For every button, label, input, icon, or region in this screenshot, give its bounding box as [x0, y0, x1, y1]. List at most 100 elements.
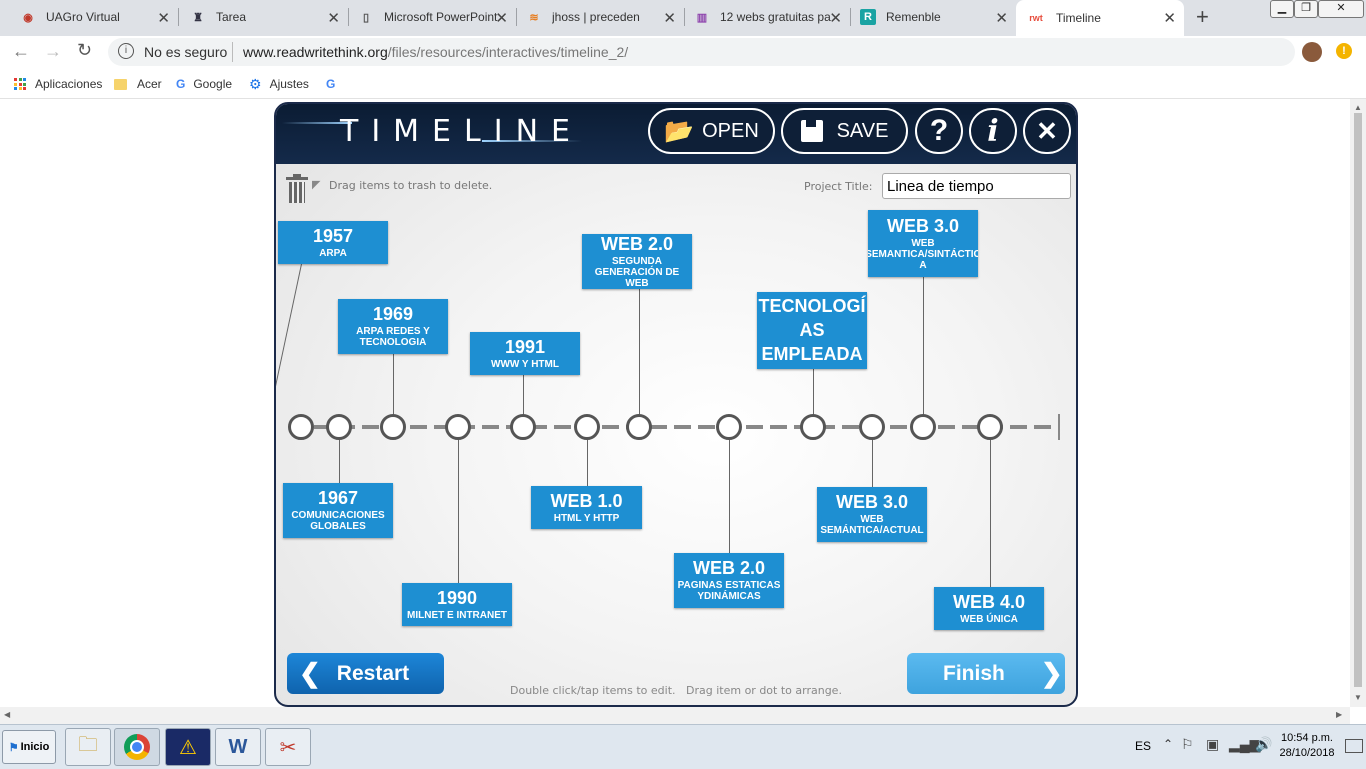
- maximize-window-button[interactable]: ❐: [1294, 0, 1318, 18]
- timeline-card-subtitle: WEB ÚNICA: [960, 613, 1018, 625]
- help-button[interactable]: ?: [915, 108, 963, 154]
- connector-line: [923, 277, 924, 427]
- chrome-icon[interactable]: [114, 728, 160, 766]
- project-title-input[interactable]: [882, 173, 1071, 199]
- file-explorer-icon[interactable]: 🗀: [65, 728, 111, 766]
- timeline-dot[interactable]: [445, 414, 471, 440]
- url-host: www.readwritethink.org: [243, 44, 388, 60]
- tab-remenble[interactable]: R Remenble ✕: [850, 0, 1016, 34]
- finish-button[interactable]: Finish ❯: [907, 653, 1065, 694]
- address-bar[interactable]: i No es seguro www.readwritethink.org/fi…: [108, 38, 1295, 66]
- trash-hint: Drag items to trash to delete.: [329, 179, 493, 192]
- timeline-dot[interactable]: [716, 414, 742, 440]
- tab-timeline[interactable]: rwt Timeline ✕: [1016, 0, 1184, 36]
- minimize-window-button[interactable]: ▁: [1270, 0, 1294, 18]
- bookmark-google[interactable]: G Google: [176, 70, 232, 98]
- timeline-card-title: 1957: [312, 225, 354, 246]
- close-tab-icon[interactable]: ✕: [1163, 9, 1176, 27]
- word-icon[interactable]: W: [215, 728, 261, 766]
- url-text[interactable]: www.readwritethink.org/files/resources/i…: [243, 44, 628, 60]
- language-indicator[interactable]: ES: [1135, 739, 1151, 753]
- close-tab-icon[interactable]: ✕: [495, 9, 508, 27]
- show-hidden-icons-icon[interactable]: ⌃: [1163, 737, 1173, 751]
- start-button[interactable]: ⚑ Inicio: [2, 730, 56, 764]
- clock-time: 10:54 p.m.: [1281, 732, 1333, 744]
- timeline-card[interactable]: TECNOLOGÍ AS EMPLEADA: [757, 292, 867, 369]
- bookmark-apps[interactable]: Aplicaciones: [14, 70, 102, 98]
- tab-powerpoint[interactable]: ▯ Microsoft PowerPoint ✕: [348, 0, 516, 34]
- warning-app-icon[interactable]: ⚠: [165, 728, 211, 766]
- horizontal-scrollbar[interactable]: ◀ ▶: [0, 707, 1350, 724]
- tab-tarea[interactable]: ♜ Tarea ✕: [178, 0, 348, 34]
- bookmark-ajustes[interactable]: ⚙ Ajustes: [249, 70, 309, 98]
- security-label: No es seguro: [144, 44, 228, 60]
- info-button[interactable]: i: [969, 108, 1017, 154]
- bookmark-acer[interactable]: Acer: [114, 70, 162, 98]
- close-window-button[interactable]: ✕: [1318, 0, 1364, 18]
- scroll-up-icon[interactable]: ▲: [1354, 103, 1362, 112]
- close-tab-icon[interactable]: ✕: [327, 9, 340, 27]
- footer-hint: Double click/tap items to edit. Drag ite…: [510, 684, 842, 697]
- tab-preceden[interactable]: ≋ jhoss | preceden ✕: [516, 0, 684, 34]
- timeline-card[interactable]: 1967 COMUNICACIONES GLOBALES: [283, 483, 393, 538]
- close-tab-icon[interactable]: ✕: [157, 9, 170, 27]
- save-label: SAVE: [836, 119, 889, 142]
- timeline-card[interactable]: WEB 3.0 WEB SEMÁNTICA/ACTUAL: [817, 487, 927, 542]
- close-tab-icon[interactable]: ✕: [829, 9, 842, 27]
- clock[interactable]: 10:54 p.m. 28/10/2018: [1278, 731, 1336, 761]
- timeline-card[interactable]: WEB 2.0 PAGINAS ESTATICAS YDINÁMICAS: [674, 553, 784, 608]
- timeline-card[interactable]: 1990 MILNET E INTRANET: [402, 583, 512, 626]
- timeline-card-title: WEB 2.0: [692, 558, 766, 578]
- timeline-card[interactable]: WEB 2.0 SEGUNDA GENERACIÓN DE WEB: [582, 234, 692, 289]
- timeline-dot[interactable]: [326, 414, 352, 440]
- close-tab-icon[interactable]: ✕: [995, 9, 1008, 27]
- timeline-card[interactable]: 1991 WWW Y HTML: [470, 332, 580, 375]
- tab-12-webs[interactable]: ▥ 12 webs gratuitas pa ✕: [684, 0, 850, 34]
- timeline-dot[interactable]: [626, 414, 652, 440]
- info-icon[interactable]: i: [118, 43, 134, 59]
- timeline-dot[interactable]: [910, 414, 936, 440]
- app-title: TIMELINE: [340, 114, 583, 149]
- update-alert-icon[interactable]: !: [1336, 43, 1352, 59]
- restart-button[interactable]: ❮ Restart: [287, 653, 444, 694]
- timeline-card[interactable]: WEB 1.0 HTML Y HTTP: [531, 486, 642, 529]
- close-tab-icon[interactable]: ✕: [663, 9, 676, 27]
- avatar[interactable]: [1302, 42, 1322, 62]
- reload-icon[interactable]: ↻: [77, 40, 92, 61]
- close-app-button[interactable]: ✕: [1023, 108, 1071, 154]
- timeline-card[interactable]: WEB 4.0 WEB ÚNICA: [934, 587, 1044, 630]
- action-center-flag-icon[interactable]: ⚐: [1181, 736, 1194, 753]
- restart-label: Restart: [336, 661, 410, 685]
- timeline-dot[interactable]: [977, 414, 1003, 440]
- scroll-down-icon[interactable]: ▼: [1354, 693, 1362, 702]
- save-button[interactable]: SAVE: [781, 108, 908, 154]
- snipping-tool-icon[interactable]: ✂: [265, 728, 311, 766]
- power-icon[interactable]: ▣: [1206, 736, 1219, 753]
- trash-icon[interactable]: [286, 174, 308, 204]
- back-icon[interactable]: ←: [12, 41, 30, 62]
- bookmark-google-2[interactable]: G: [326, 70, 335, 98]
- timeline-dot[interactable]: [288, 414, 314, 440]
- timeline-card-subtitle: MILNET E INTRANET: [407, 609, 507, 621]
- timeline-card-subtitle: WWW Y HTML: [491, 358, 559, 370]
- scroll-left-icon[interactable]: ◀: [4, 710, 10, 719]
- timeline-card[interactable]: WEB 3.0 WEB SEMANTICA/SINTÁCTIC A: [868, 210, 978, 277]
- volume-icon[interactable]: 🔊: [1255, 736, 1272, 753]
- timeline-card-subtitle: ARPA REDES Y TECNOLOGIA: [356, 326, 430, 348]
- forward-icon[interactable]: →: [44, 41, 62, 62]
- timeline-dot[interactable]: [380, 414, 406, 440]
- timeline-dot[interactable]: [800, 414, 826, 440]
- open-button[interactable]: 📂 OPEN: [648, 108, 775, 154]
- scroll-right-icon[interactable]: ▶: [1336, 710, 1342, 719]
- tab-title: Microsoft PowerPoint: [384, 10, 498, 24]
- timeline-card[interactable]: 1969 ARPA REDES Y TECNOLOGIA: [338, 299, 448, 354]
- desktop-preview-icon[interactable]: [1345, 739, 1363, 753]
- scroll-thumb[interactable]: [1354, 113, 1362, 687]
- timeline-dot[interactable]: [510, 414, 536, 440]
- vertical-scrollbar[interactable]: ▲ ▼: [1350, 99, 1366, 707]
- timeline-dot[interactable]: [859, 414, 885, 440]
- tab-uagro[interactable]: ◉ UAGro Virtual ✕: [8, 0, 178, 34]
- new-tab-button[interactable]: +: [1196, 4, 1209, 30]
- timeline-dot[interactable]: [574, 414, 600, 440]
- timeline-card[interactable]: 1957 ARPA: [278, 221, 388, 264]
